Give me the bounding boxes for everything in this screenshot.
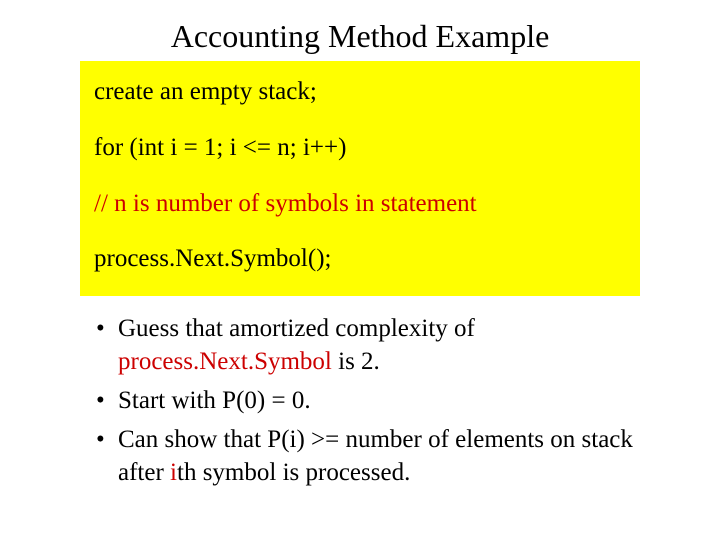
- bullet-item-3: Can show that P(i) >= number of elements…: [96, 423, 640, 489]
- code-line-1: create an empty stack;: [94, 75, 626, 109]
- bullet-item-2: Start with P(0) = 0.: [96, 384, 640, 417]
- bullet-text: th symbol is processed.: [177, 459, 410, 486]
- variable-i-text: i: [170, 459, 177, 486]
- blank-line: [94, 113, 626, 127]
- blank-line: [94, 224, 626, 238]
- bullet-item-1: Guess that amortized complexity of proce…: [96, 312, 640, 378]
- code-comment-line: // n is number of symbols in statement: [94, 187, 626, 221]
- bullet-text: is 2.: [332, 348, 380, 375]
- function-name-text: process.Next.Symbol: [118, 348, 332, 375]
- bullet-text: Start with P(0) = 0.: [118, 387, 311, 414]
- blank-line: [94, 169, 626, 183]
- slide: Accounting Method Example create an empt…: [0, 18, 720, 540]
- code-block: create an empty stack; for (int i = 1; i…: [80, 61, 640, 296]
- slide-title: Accounting Method Example: [0, 18, 720, 55]
- bullet-list: Guess that amortized complexity of proce…: [96, 312, 640, 489]
- bullet-text: Guess that amortized complexity of: [118, 315, 475, 342]
- code-line-2: for (int i = 1; i <= n; i++): [94, 131, 626, 165]
- code-line-4: process.Next.Symbol();: [94, 242, 626, 276]
